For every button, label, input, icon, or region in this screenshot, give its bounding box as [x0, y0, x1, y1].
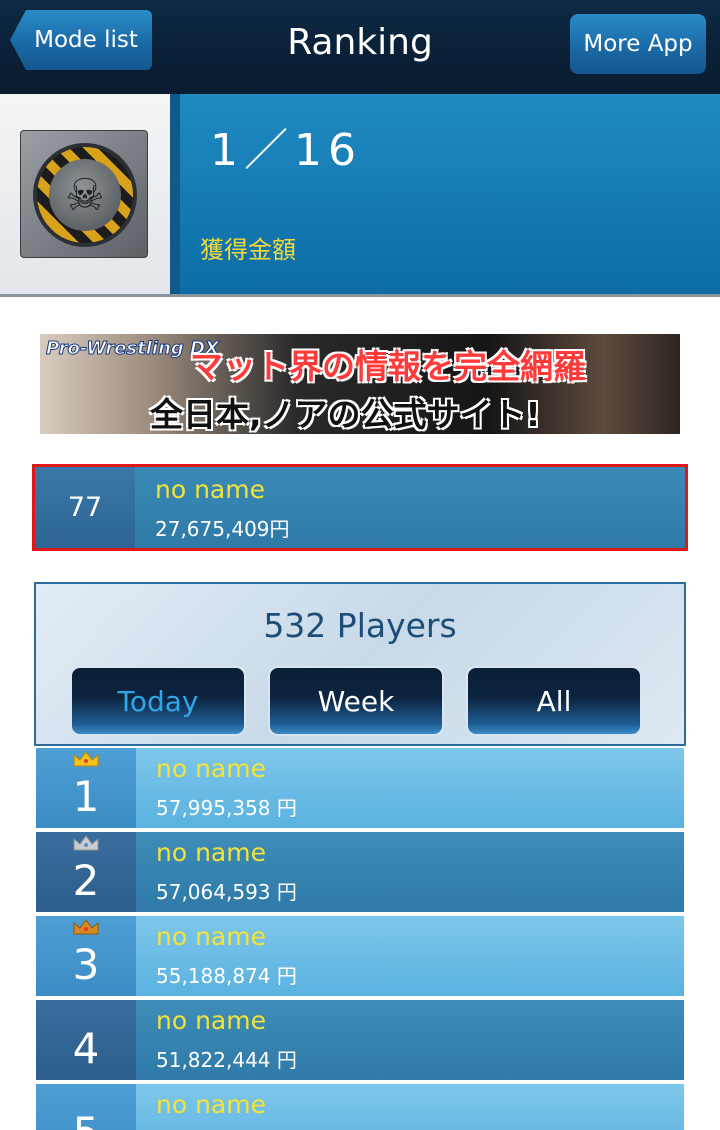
ranking-row[interactable]: 3 no name 55,188,874 円	[36, 916, 684, 996]
ad-banner[interactable]: Pro-Wrestling DX マット界の情報を完全網羅 全日本,ノアの公式サ…	[40, 334, 680, 434]
rank-number: 2	[72, 856, 100, 905]
ranking-row[interactable]: 5 no name	[36, 1084, 684, 1130]
rank-info: no name 55,188,874 円	[136, 916, 684, 996]
ranking-row[interactable]: 2 no name 57,064,593 円	[36, 832, 684, 912]
player-name: no name	[156, 1006, 266, 1035]
banner-subheadline: 全日本,ノアの公式サイト!	[150, 395, 541, 434]
gold-crown-icon	[72, 750, 100, 768]
player-name: no name	[156, 922, 266, 951]
mode-icon-box: ☠	[0, 94, 170, 296]
players-count: 532 Players	[263, 606, 457, 645]
rank-info: no name 57,064,593 円	[136, 832, 684, 912]
rank-number: 3	[72, 940, 100, 989]
player-name: no name	[156, 1090, 266, 1119]
player-amount: 51,822,444 円	[156, 1048, 297, 1072]
rank-number: 5	[36, 1108, 136, 1130]
mode-details: 1／16 獲得金額	[180, 94, 720, 296]
tab-today[interactable]: Today	[70, 666, 246, 736]
players-panel: 532 Players Today Week All	[34, 582, 686, 746]
mode-info-panel: ☠ 1／16 獲得金額	[0, 94, 720, 296]
player-name: no name	[156, 838, 266, 867]
player-name: no name	[155, 475, 265, 504]
tab-all[interactable]: All	[466, 666, 642, 736]
player-amount: 57,995,358 円	[156, 796, 297, 820]
my-rank-row: 77 no name 27,675,409円	[32, 464, 688, 551]
more-app-button[interactable]: More App	[570, 14, 706, 74]
ranking-row[interactable]: 1 no name 57,995,358 円	[36, 748, 684, 828]
top-bar: Mode list Ranking More App	[0, 0, 720, 94]
banner-headline: マット界の情報を完全網羅	[190, 347, 586, 386]
player-amount: 27,675,409円	[155, 517, 290, 541]
mode-score-label: 獲得金額	[200, 236, 296, 264]
rank-number: 4	[72, 1024, 100, 1073]
rank-number: 77	[67, 492, 103, 523]
rank-number: 1	[72, 772, 100, 821]
ranking-row[interactable]: 4 no name 51,822,444 円	[36, 1000, 684, 1080]
rank-info: no name	[136, 1084, 684, 1130]
silver-crown-icon	[72, 834, 100, 852]
rank-info: no name 57,995,358 円	[136, 748, 684, 828]
skull-crossbones-icon: ☠	[20, 130, 148, 258]
divider	[0, 294, 720, 297]
player-name: no name	[156, 754, 266, 783]
mode-rank-text: 1／16	[210, 125, 362, 176]
bronze-crown-icon	[72, 918, 100, 936]
player-amount: 57,064,593 円	[156, 880, 297, 904]
rank-number-cell: 77	[35, 467, 135, 548]
divider	[170, 94, 180, 296]
rank-info: no name 51,822,444 円	[136, 1000, 684, 1080]
tab-week[interactable]: Week	[268, 666, 444, 736]
player-amount: 55,188,874 円	[156, 964, 297, 988]
rank-info: no name 27,675,409円	[135, 467, 685, 548]
